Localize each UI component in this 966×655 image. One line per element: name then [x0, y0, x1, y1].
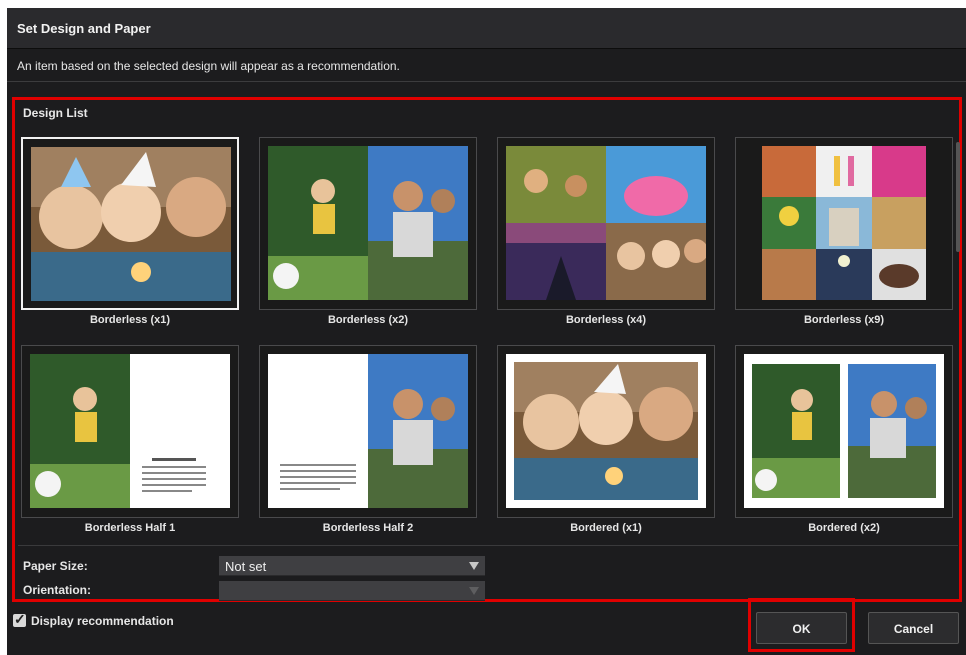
family-photo-thumbnail — [31, 147, 231, 301]
title-bar: Set Design and Paper — [7, 8, 966, 49]
dialog-title: Set Design and Paper — [17, 21, 151, 36]
design-thumb-borderless-x9[interactable] — [735, 137, 953, 310]
paper-size-select[interactable]: Not set — [219, 556, 485, 576]
design-thumb-bordered-x1[interactable] — [497, 345, 715, 518]
chevron-down-icon — [469, 587, 479, 595]
nine-photo-thumbnail — [744, 146, 944, 300]
design-caption: Borderless (x1) — [89, 314, 171, 326]
set-design-dialog: Set Design and Paper An item based on th… — [7, 8, 966, 655]
display-recommendation-label: Display recommendation — [31, 614, 174, 628]
design-thumb-borderless-x1[interactable] — [21, 137, 239, 310]
design-thumb-bordered-x2[interactable] — [735, 345, 953, 518]
orientation-label: Orientation: — [23, 583, 91, 597]
paper-size-value: Not set — [225, 559, 267, 574]
chevron-down-icon — [469, 562, 479, 570]
design-caption: Bordered (x1) — [570, 522, 642, 534]
display-recommendation-checkbox[interactable]: ✓ — [13, 611, 26, 627]
design-thumb-borderless-x4[interactable] — [497, 137, 715, 310]
two-photo-thumbnail — [268, 146, 468, 300]
design-thumb-borderless-x2[interactable] — [259, 137, 477, 310]
design-list-label: Design List — [23, 106, 88, 120]
design-caption: Borderless Half 2 — [322, 522, 414, 534]
design-caption: Bordered (x2) — [808, 522, 880, 534]
dialog-description: An item based on the selected design wil… — [17, 59, 400, 73]
bordered-two-photo-thumbnail — [744, 354, 944, 508]
design-caption: Borderless (x4) — [565, 314, 647, 326]
bordered-photo-thumbnail — [506, 354, 706, 508]
orientation-select[interactable] — [219, 581, 485, 601]
design-list-panel: Design List Borderless (x1) Borderless (… — [12, 97, 962, 602]
cancel-button[interactable]: Cancel — [868, 612, 959, 644]
design-thumb-borderless-half-1[interactable] — [21, 345, 239, 518]
divider — [18, 545, 958, 546]
design-caption: Borderless (x2) — [327, 314, 409, 326]
design-list-scrollbar[interactable] — [956, 142, 960, 252]
design-caption: Borderless (x9) — [803, 314, 885, 326]
half-photo-right-thumbnail — [268, 354, 468, 508]
four-photo-thumbnail — [506, 146, 706, 300]
design-thumb-borderless-half-2[interactable] — [259, 345, 477, 518]
divider — [7, 81, 966, 82]
ok-button[interactable]: OK — [756, 612, 847, 644]
checkmark-icon: ✓ — [14, 611, 26, 627]
paper-size-label: Paper Size: — [23, 559, 88, 573]
design-caption: Borderless Half 1 — [84, 522, 176, 534]
half-photo-left-thumbnail — [30, 354, 230, 508]
